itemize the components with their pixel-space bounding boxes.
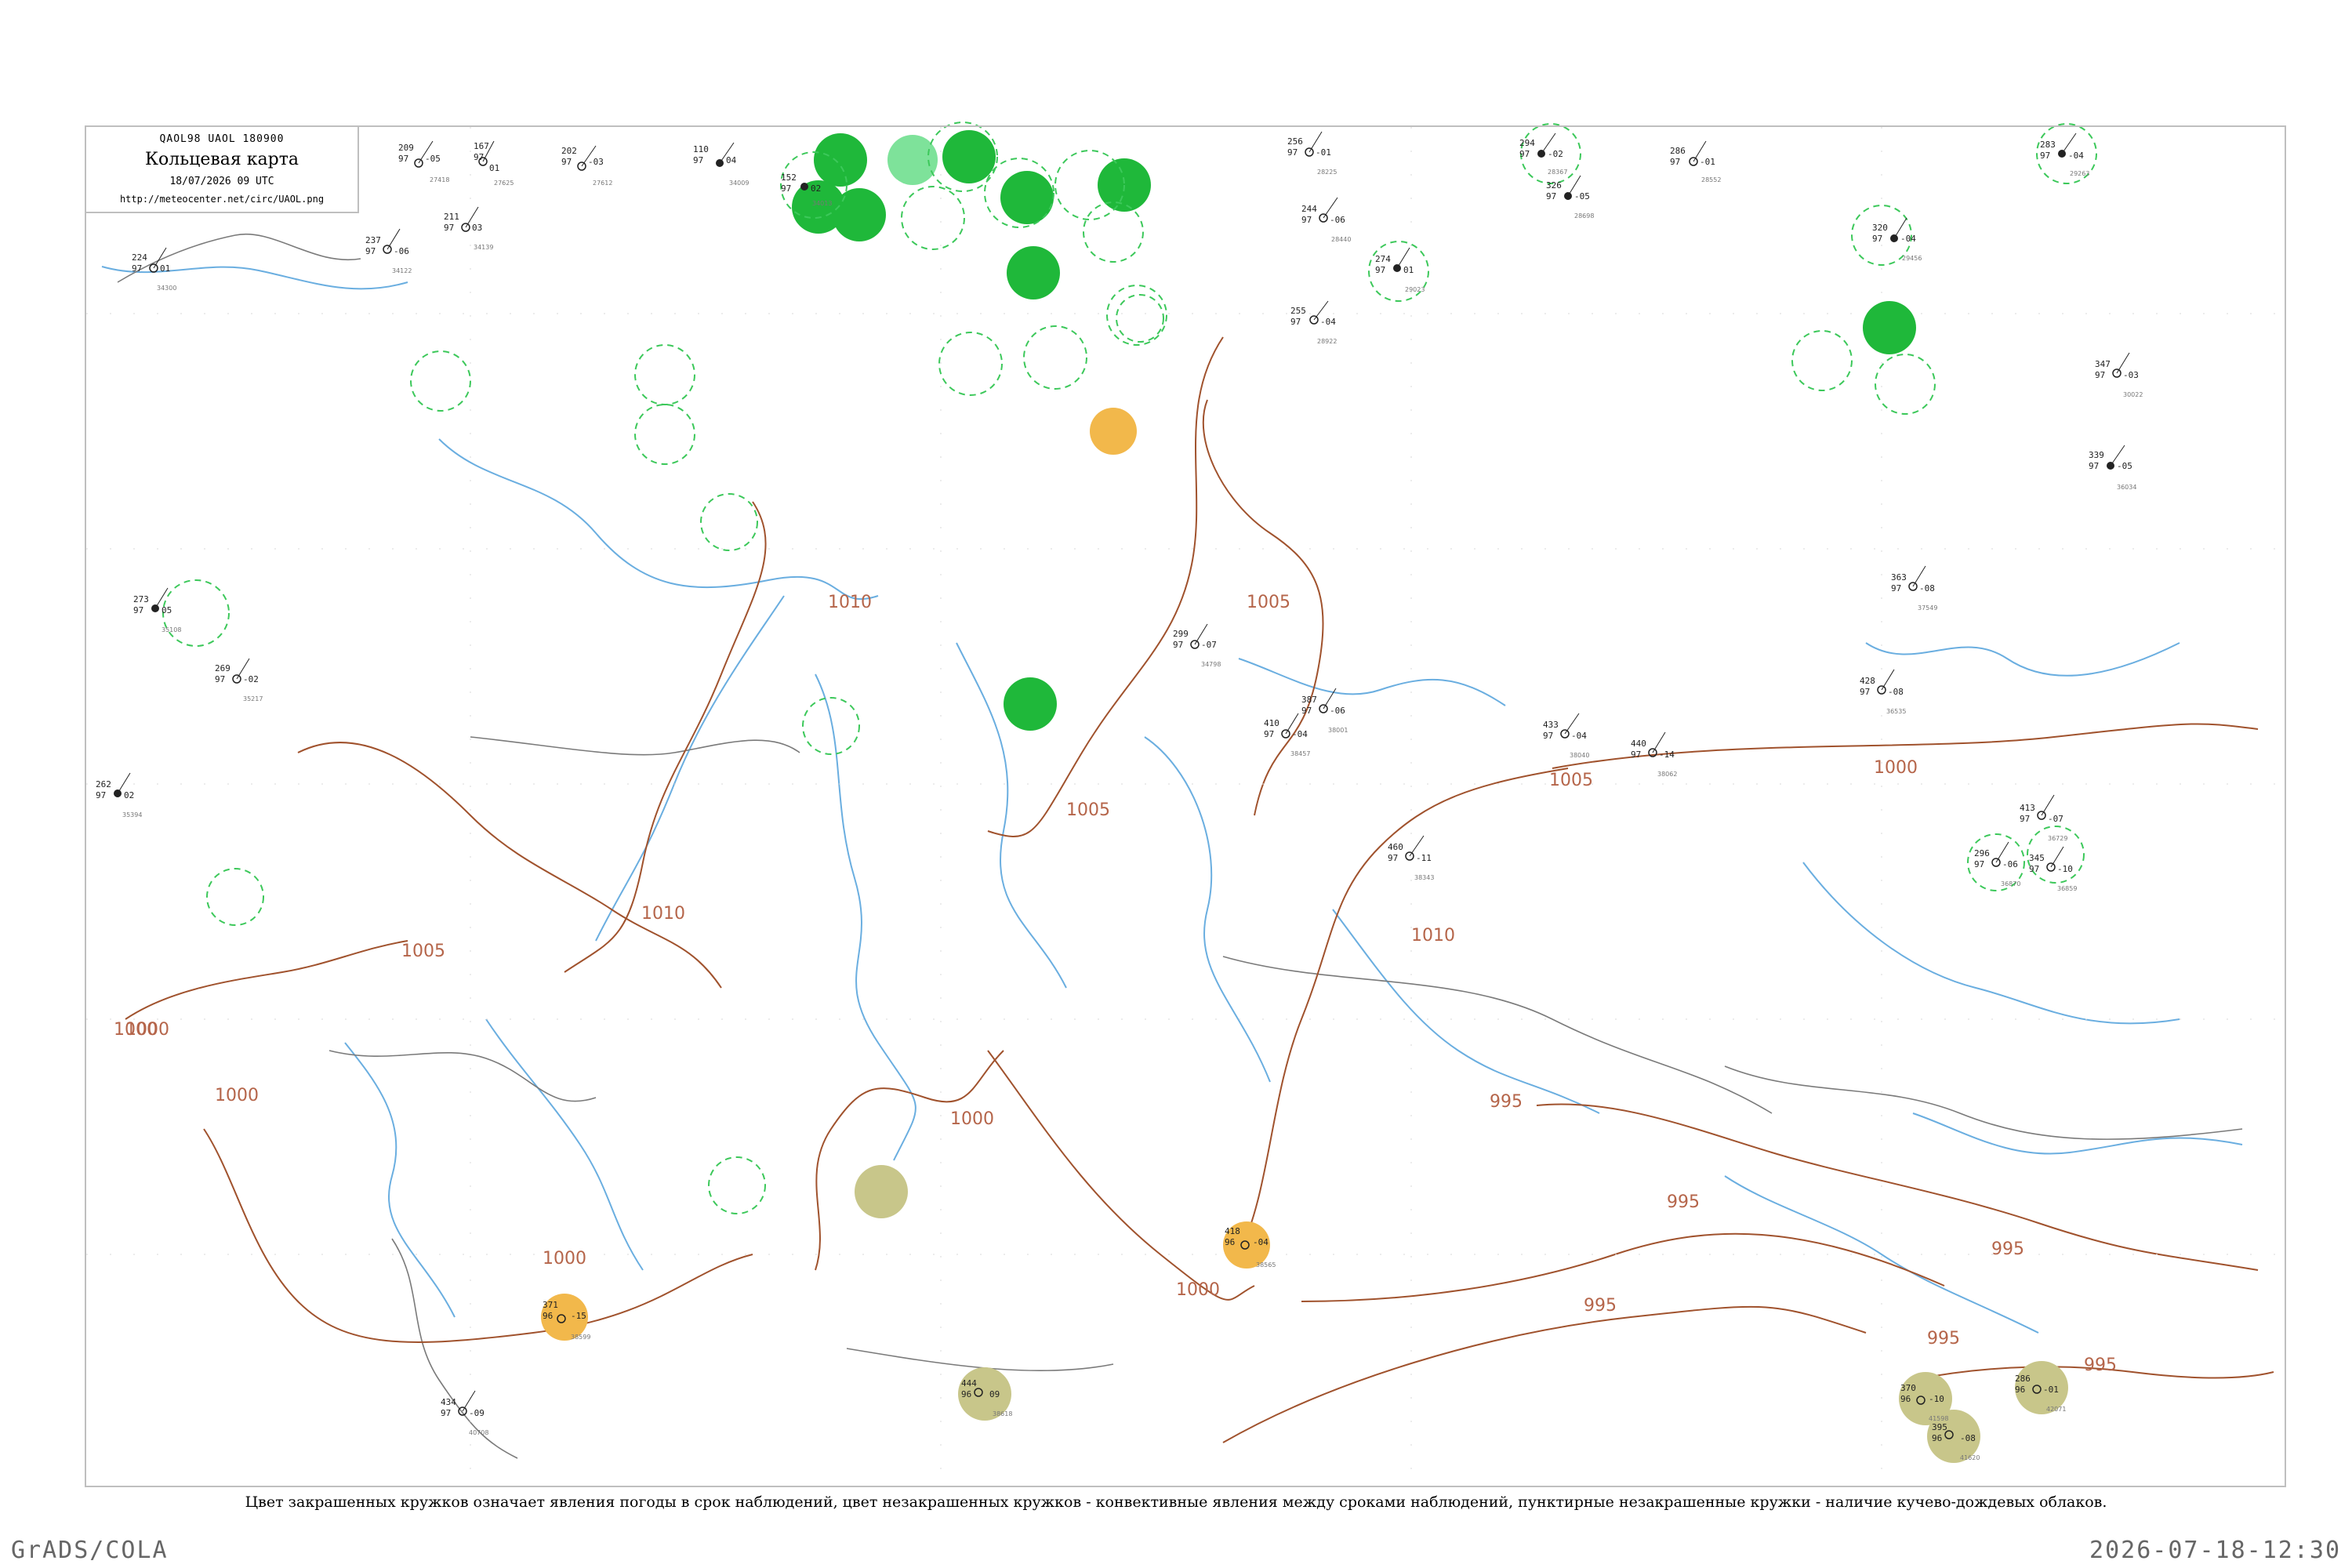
- footer-software: GrADS/COLA: [11, 1537, 169, 1564]
- source-url[interactable]: http://meteocenter.net/circ/UAOL.png: [86, 194, 358, 205]
- legend-caption: Цвет закрашенных кружков означает явлени…: [245, 1494, 2107, 1511]
- map-frame: [85, 125, 2286, 1487]
- footer-timestamp: 2026-07-18-12:30: [2089, 1537, 2341, 1564]
- bulletin-code: QAOL98 UAOL 180900: [159, 133, 285, 145]
- map-datetime: 18/07/2026 09 UTC: [169, 176, 274, 187]
- map-header: QAOL98 UAOL 180900 Кольцевая карта 18/07…: [85, 125, 359, 213]
- map-title: Кольцевая карта: [144, 150, 299, 169]
